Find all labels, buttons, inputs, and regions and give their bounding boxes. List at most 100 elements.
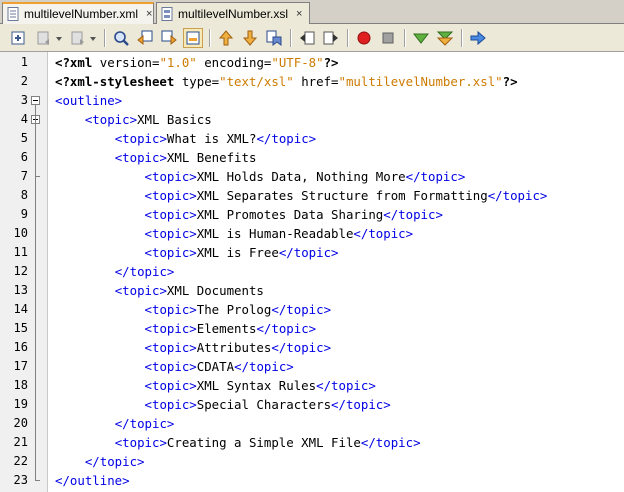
shift-right-icon[interactable] xyxy=(321,28,341,48)
line-number: 8 xyxy=(20,188,28,202)
code-line[interactable]: <topic>XML Holds Data, Nothing More</top… xyxy=(55,167,466,186)
toggle-bookmark-icon[interactable] xyxy=(264,28,284,48)
xml-tag: </topic> xyxy=(271,302,332,317)
code-text: XML Basics xyxy=(137,112,212,127)
code-line[interactable]: <topic>The Prolog</topic> xyxy=(55,300,332,319)
fold-end-marker xyxy=(35,176,40,177)
processing-instruction: <?xml-stylesheet xyxy=(55,74,175,89)
chevron-down-icon[interactable] xyxy=(88,28,98,48)
line-number: 18 xyxy=(13,378,28,392)
xml-tag: </topic> xyxy=(331,397,391,412)
next-bookmark-icon[interactable] xyxy=(240,28,260,48)
code-line[interactable]: <topic>Special Characters</topic> xyxy=(55,395,391,414)
code-line[interactable]: </topic> xyxy=(55,414,175,433)
code-line[interactable]: <outline> xyxy=(55,91,122,110)
code-line[interactable]: <topic>Elements</topic> xyxy=(55,319,317,338)
code-line[interactable]: <topic>XML Separates Structure from Form… xyxy=(55,186,548,205)
close-tab-icon[interactable]: × xyxy=(296,8,302,20)
xml-tag: </outline> xyxy=(55,473,130,488)
code-line[interactable]: </topic> xyxy=(55,262,175,281)
xml-tag: <topic> xyxy=(144,397,197,412)
line-number: 13 xyxy=(13,283,28,297)
editor-tab-bar: multilevelNumber.xml × multilevelNumber.… xyxy=(0,0,624,24)
find-previous-icon[interactable] xyxy=(135,28,155,48)
line-number: 3 xyxy=(20,93,28,107)
shift-left-icon[interactable] xyxy=(297,28,317,48)
line-number: 17 xyxy=(13,359,28,373)
xml-tag: <topic> xyxy=(114,283,167,298)
code-line[interactable]: <topic>XML Promotes Data Sharing</topic> xyxy=(55,205,443,224)
source-history-icon[interactable] xyxy=(8,28,28,48)
code-line[interactable]: <topic>XML Syntax Rules</topic> xyxy=(55,376,376,395)
validate-xml-icon[interactable] xyxy=(435,28,455,48)
back-icon[interactable] xyxy=(34,28,54,48)
code-line[interactable]: <topic>XML Basics xyxy=(55,110,212,129)
find-icon[interactable] xyxy=(111,28,131,48)
xml-tag: <topic> xyxy=(114,435,167,450)
line-number: 10 xyxy=(13,226,28,240)
code-text: The Prolog xyxy=(196,302,272,317)
attribute-value: "multilevelNumber.xsl" xyxy=(338,74,503,89)
close-tab-icon[interactable]: × xyxy=(146,8,152,20)
code-line[interactable]: <topic>Attributes</topic> xyxy=(55,338,332,357)
attribute-value: "1.0" xyxy=(159,55,197,70)
xml-tag: </topic> xyxy=(256,321,317,336)
processing-instruction: ?> xyxy=(323,55,339,70)
stop-macro-icon[interactable] xyxy=(378,28,398,48)
code-line[interactable]: <topic>XML Benefits xyxy=(55,148,257,167)
code-line[interactable]: </topic> xyxy=(55,452,145,471)
fold-guide xyxy=(35,105,36,480)
xml-tag: </topic> xyxy=(353,226,414,241)
code-text: XML Benefits xyxy=(166,150,257,165)
tab-multilevelnumber-xsl[interactable]: multilevelNumber.xsl × xyxy=(156,2,310,24)
xml-tag: </topic> xyxy=(114,416,175,431)
code-text: Creating a Simple XML File xyxy=(166,435,361,450)
line-number: 2 xyxy=(20,74,28,88)
code-text: href= xyxy=(293,74,339,89)
xml-tag: <topic> xyxy=(114,150,167,165)
line-number: 16 xyxy=(13,340,28,354)
line-number: 14 xyxy=(13,302,28,316)
previous-bookmark-icon[interactable] xyxy=(216,28,236,48)
line-number: 23 xyxy=(13,473,28,487)
tab-multilevelnumber-xml[interactable]: multilevelNumber.xml × xyxy=(2,2,154,24)
check-xml-icon[interactable] xyxy=(411,28,431,48)
code-line[interactable]: <?xml version="1.0" encoding="UTF-8"?> xyxy=(55,53,339,72)
fold-end-marker xyxy=(35,480,40,481)
line-number: 21 xyxy=(13,435,28,449)
collapse-fold-icon[interactable] xyxy=(31,96,40,105)
code-text: XML is Human-Readable xyxy=(196,226,354,241)
chevron-down-icon[interactable] xyxy=(54,28,64,48)
code-line[interactable]: <topic>XML is Free</topic> xyxy=(55,243,339,262)
xml-source-editor[interactable]: 1 2 3 4 5 6 7 8 9 10 11 12 13 14 15 16 17 18 19 20 21 22 23 <?… xyxy=(0,52,624,492)
code-text: CDATA xyxy=(196,359,235,374)
xml-tag: <topic> xyxy=(144,226,197,241)
toggle-highlight-icon[interactable] xyxy=(183,28,203,48)
xml-tag: </topic> xyxy=(405,169,466,184)
code-line[interactable]: </outline> xyxy=(55,471,130,490)
line-number: 12 xyxy=(13,264,28,278)
forward-icon[interactable] xyxy=(68,28,88,48)
code-line[interactable]: <?xml-stylesheet type="text/xsl" href="m… xyxy=(55,72,518,91)
record-macro-icon[interactable] xyxy=(354,28,374,48)
code-line[interactable]: <topic>XML is Human-Readable</topic> xyxy=(55,224,414,243)
code-line[interactable]: <topic>XML Documents xyxy=(55,281,264,300)
find-next-icon[interactable] xyxy=(159,28,179,48)
xml-tag: <topic> xyxy=(144,207,197,222)
line-number: 22 xyxy=(13,454,28,468)
processing-instruction: <?xml xyxy=(55,55,93,70)
code-line[interactable]: <topic>What is XML?</topic> xyxy=(55,129,316,148)
code-line[interactable]: <topic>Creating a Simple XML File</topic… xyxy=(55,433,421,452)
xsl-transform-icon[interactable] xyxy=(468,28,488,48)
code-line[interactable]: <topic>CDATA</topic> xyxy=(55,357,294,376)
xml-tag: </topic> xyxy=(84,454,145,469)
